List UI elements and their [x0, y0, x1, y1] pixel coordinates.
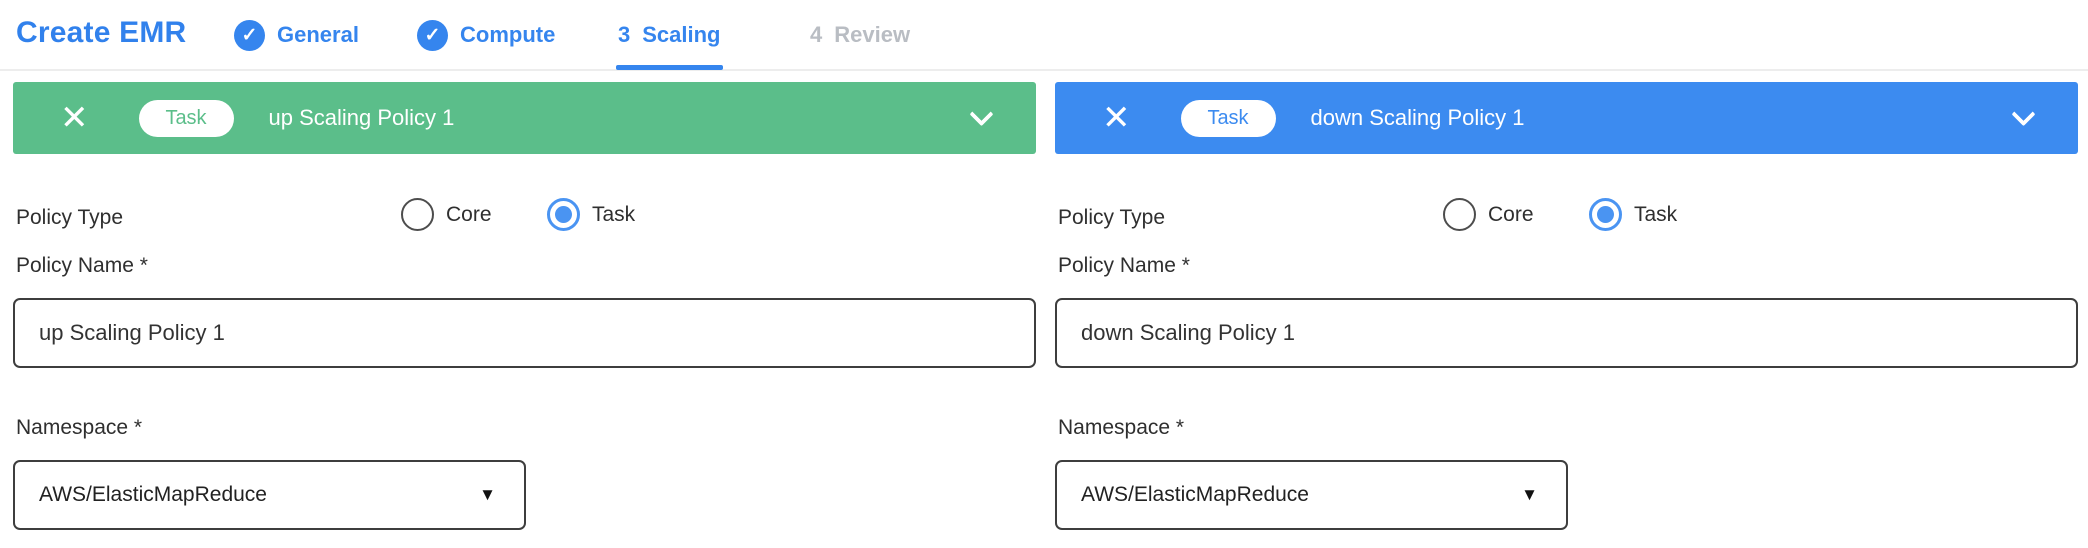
- radio-dot: [555, 206, 572, 223]
- step-number: 3: [618, 22, 630, 48]
- radio-core-circle[interactable]: [401, 198, 434, 231]
- radio-core-label: Core: [1488, 203, 1534, 227]
- step-review[interactable]: 4 Review: [810, 0, 910, 70]
- step-number: 4: [810, 22, 822, 48]
- policy-type-row: Policy Type Core Task: [1055, 198, 2078, 238]
- policy-name-input[interactable]: [1055, 298, 2078, 368]
- radio-core[interactable]: Core: [1443, 198, 1534, 231]
- step-label: Scaling: [642, 22, 720, 48]
- step-label: Review: [834, 22, 910, 48]
- namespace-select[interactable]: AWS/ElasticMapReduce ▼: [1055, 460, 1568, 530]
- namespace-selected-value: AWS/ElasticMapReduce: [39, 483, 267, 507]
- namespace-label: Namespace *: [16, 416, 142, 440]
- step-label: General: [277, 22, 359, 48]
- step-scaling[interactable]: 3 Scaling: [618, 0, 721, 70]
- radio-core-label: Core: [446, 203, 492, 227]
- page-title: Create EMR: [16, 0, 186, 66]
- step-general[interactable]: ✓ General: [234, 0, 359, 70]
- radio-dot: [1597, 206, 1614, 223]
- policy-kind-badge: Task: [1181, 100, 1276, 137]
- radio-task[interactable]: Task: [547, 198, 635, 231]
- radio-task[interactable]: Task: [1589, 198, 1677, 231]
- policy-name-input[interactable]: [13, 298, 1036, 368]
- caret-down-icon: ▼: [479, 485, 496, 505]
- caret-down-icon: ▼: [1521, 485, 1538, 505]
- policy-name-label: Policy Name *: [1058, 254, 1190, 278]
- scale-down-policy-panel: ✕ Task down Scaling Policy 1 Policy Type…: [1055, 82, 2078, 542]
- radio-task-circle[interactable]: [547, 198, 580, 231]
- namespace-label: Namespace *: [1058, 416, 1184, 440]
- policy-type-label: Policy Type: [1058, 206, 1165, 230]
- policy-name-label: Policy Name *: [16, 254, 148, 278]
- step-compute[interactable]: ✓ Compute: [417, 0, 555, 70]
- radio-core-circle[interactable]: [1443, 198, 1476, 231]
- close-icon[interactable]: ✕: [1102, 101, 1131, 135]
- policy-type-row: Policy Type Core Task: [13, 198, 1036, 238]
- policy-header-bar[interactable]: ✕ Task down Scaling Policy 1: [1055, 82, 2078, 154]
- wizard-header: Create EMR ✓ General ✓ Compute 3 Scaling…: [0, 0, 2088, 71]
- policy-kind-badge: Task: [139, 100, 234, 137]
- radio-task-circle[interactable]: [1589, 198, 1622, 231]
- radio-core[interactable]: Core: [401, 198, 492, 231]
- check-icon: ✓: [417, 20, 448, 51]
- chevron-down-icon[interactable]: [969, 102, 993, 126]
- policy-type-label: Policy Type: [16, 206, 123, 230]
- policy-bar-title: down Scaling Policy 1: [1311, 105, 1525, 131]
- radio-task-label: Task: [1634, 203, 1677, 227]
- radio-task-label: Task: [592, 203, 635, 227]
- check-icon: ✓: [234, 20, 265, 51]
- close-icon[interactable]: ✕: [60, 101, 89, 135]
- policy-bar-title: up Scaling Policy 1: [269, 105, 455, 131]
- namespace-select[interactable]: AWS/ElasticMapReduce ▼: [13, 460, 526, 530]
- step-label: Compute: [460, 22, 555, 48]
- scale-up-policy-panel: ✕ Task up Scaling Policy 1 Policy Type C…: [13, 82, 1036, 542]
- chevron-down-icon[interactable]: [2011, 102, 2035, 126]
- policy-header-bar[interactable]: ✕ Task up Scaling Policy 1: [13, 82, 1036, 154]
- namespace-selected-value: AWS/ElasticMapReduce: [1081, 483, 1309, 507]
